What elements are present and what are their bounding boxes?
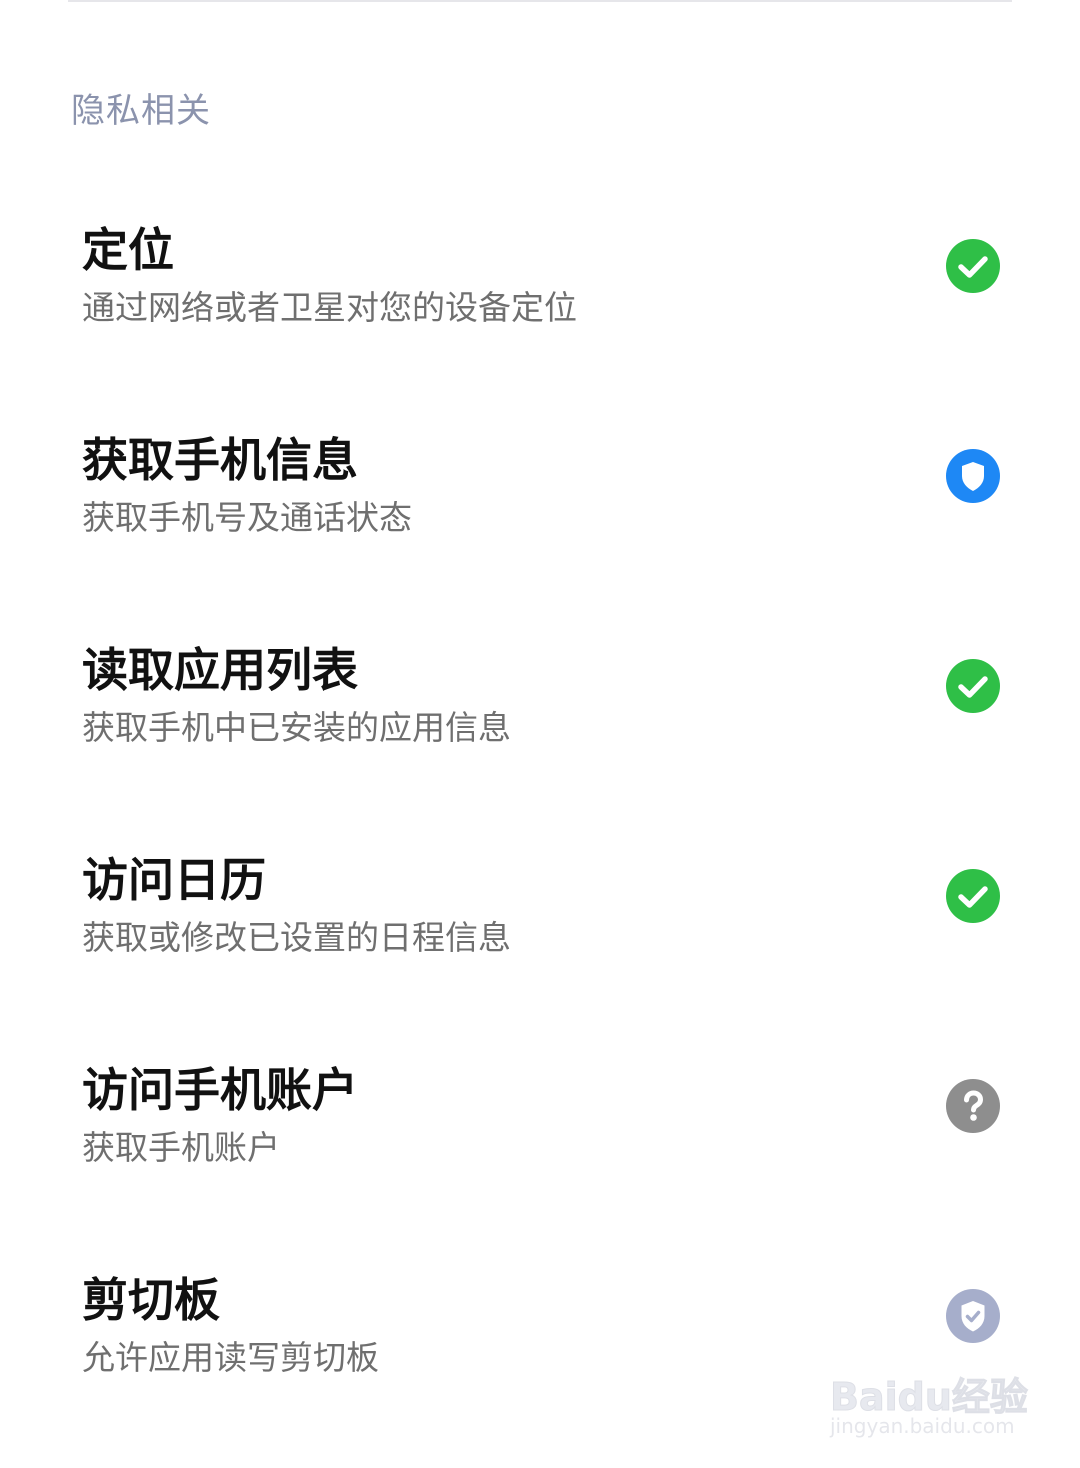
shield-icon[interactable] [945,448,1001,504]
permission-title: 访问手机账户 [82,1063,358,1117]
check-circle-icon[interactable] [945,868,1001,924]
watermark-logo: Baidu经验 [830,1375,1029,1420]
permission-description: 获取手机号及通话状态 [82,498,412,537]
permission-item-app-list[interactable]: 读取应用列表 获取手机中已安装的应用信息 [0,628,1080,838]
permission-item-location[interactable]: 定位 通过网络或者卫星对您的设备定位 [0,208,1080,418]
permission-title: 剪切板 [82,1273,220,1327]
permission-title: 获取手机信息 [82,433,358,487]
permission-description: 获取或修改已设置的日程信息 [82,918,511,957]
permission-item-accounts[interactable]: 访问手机账户 获取手机账户 [0,1048,1080,1258]
question-circle-icon[interactable] [945,1078,1001,1134]
permission-item-phone-info[interactable]: 获取手机信息 获取手机号及通话状态 [0,418,1080,628]
top-divider [68,0,1012,2]
permission-description: 获取手机中已安装的应用信息 [82,708,511,747]
section-header-privacy: 隐私相关 [71,91,211,131]
permission-title: 访问日历 [82,853,266,907]
permission-description: 通过网络或者卫星对您的设备定位 [82,288,577,327]
permission-description: 允许应用读写剪切板 [82,1338,379,1377]
permission-item-calendar[interactable]: 访问日历 获取或修改已设置的日程信息 [0,838,1080,1048]
watermark-url: jingyan.baidu.com [830,1414,1015,1438]
permission-title: 读取应用列表 [82,643,358,697]
baidu-jingyan-watermark: Baidu经验 jingyan.baidu.com [826,1346,1029,1446]
permission-description: 获取手机账户 [82,1128,280,1167]
check-circle-icon[interactable] [945,658,1001,714]
check-circle-icon[interactable] [945,238,1001,294]
permission-title: 定位 [82,223,174,277]
shield-check-icon[interactable] [945,1288,1001,1344]
